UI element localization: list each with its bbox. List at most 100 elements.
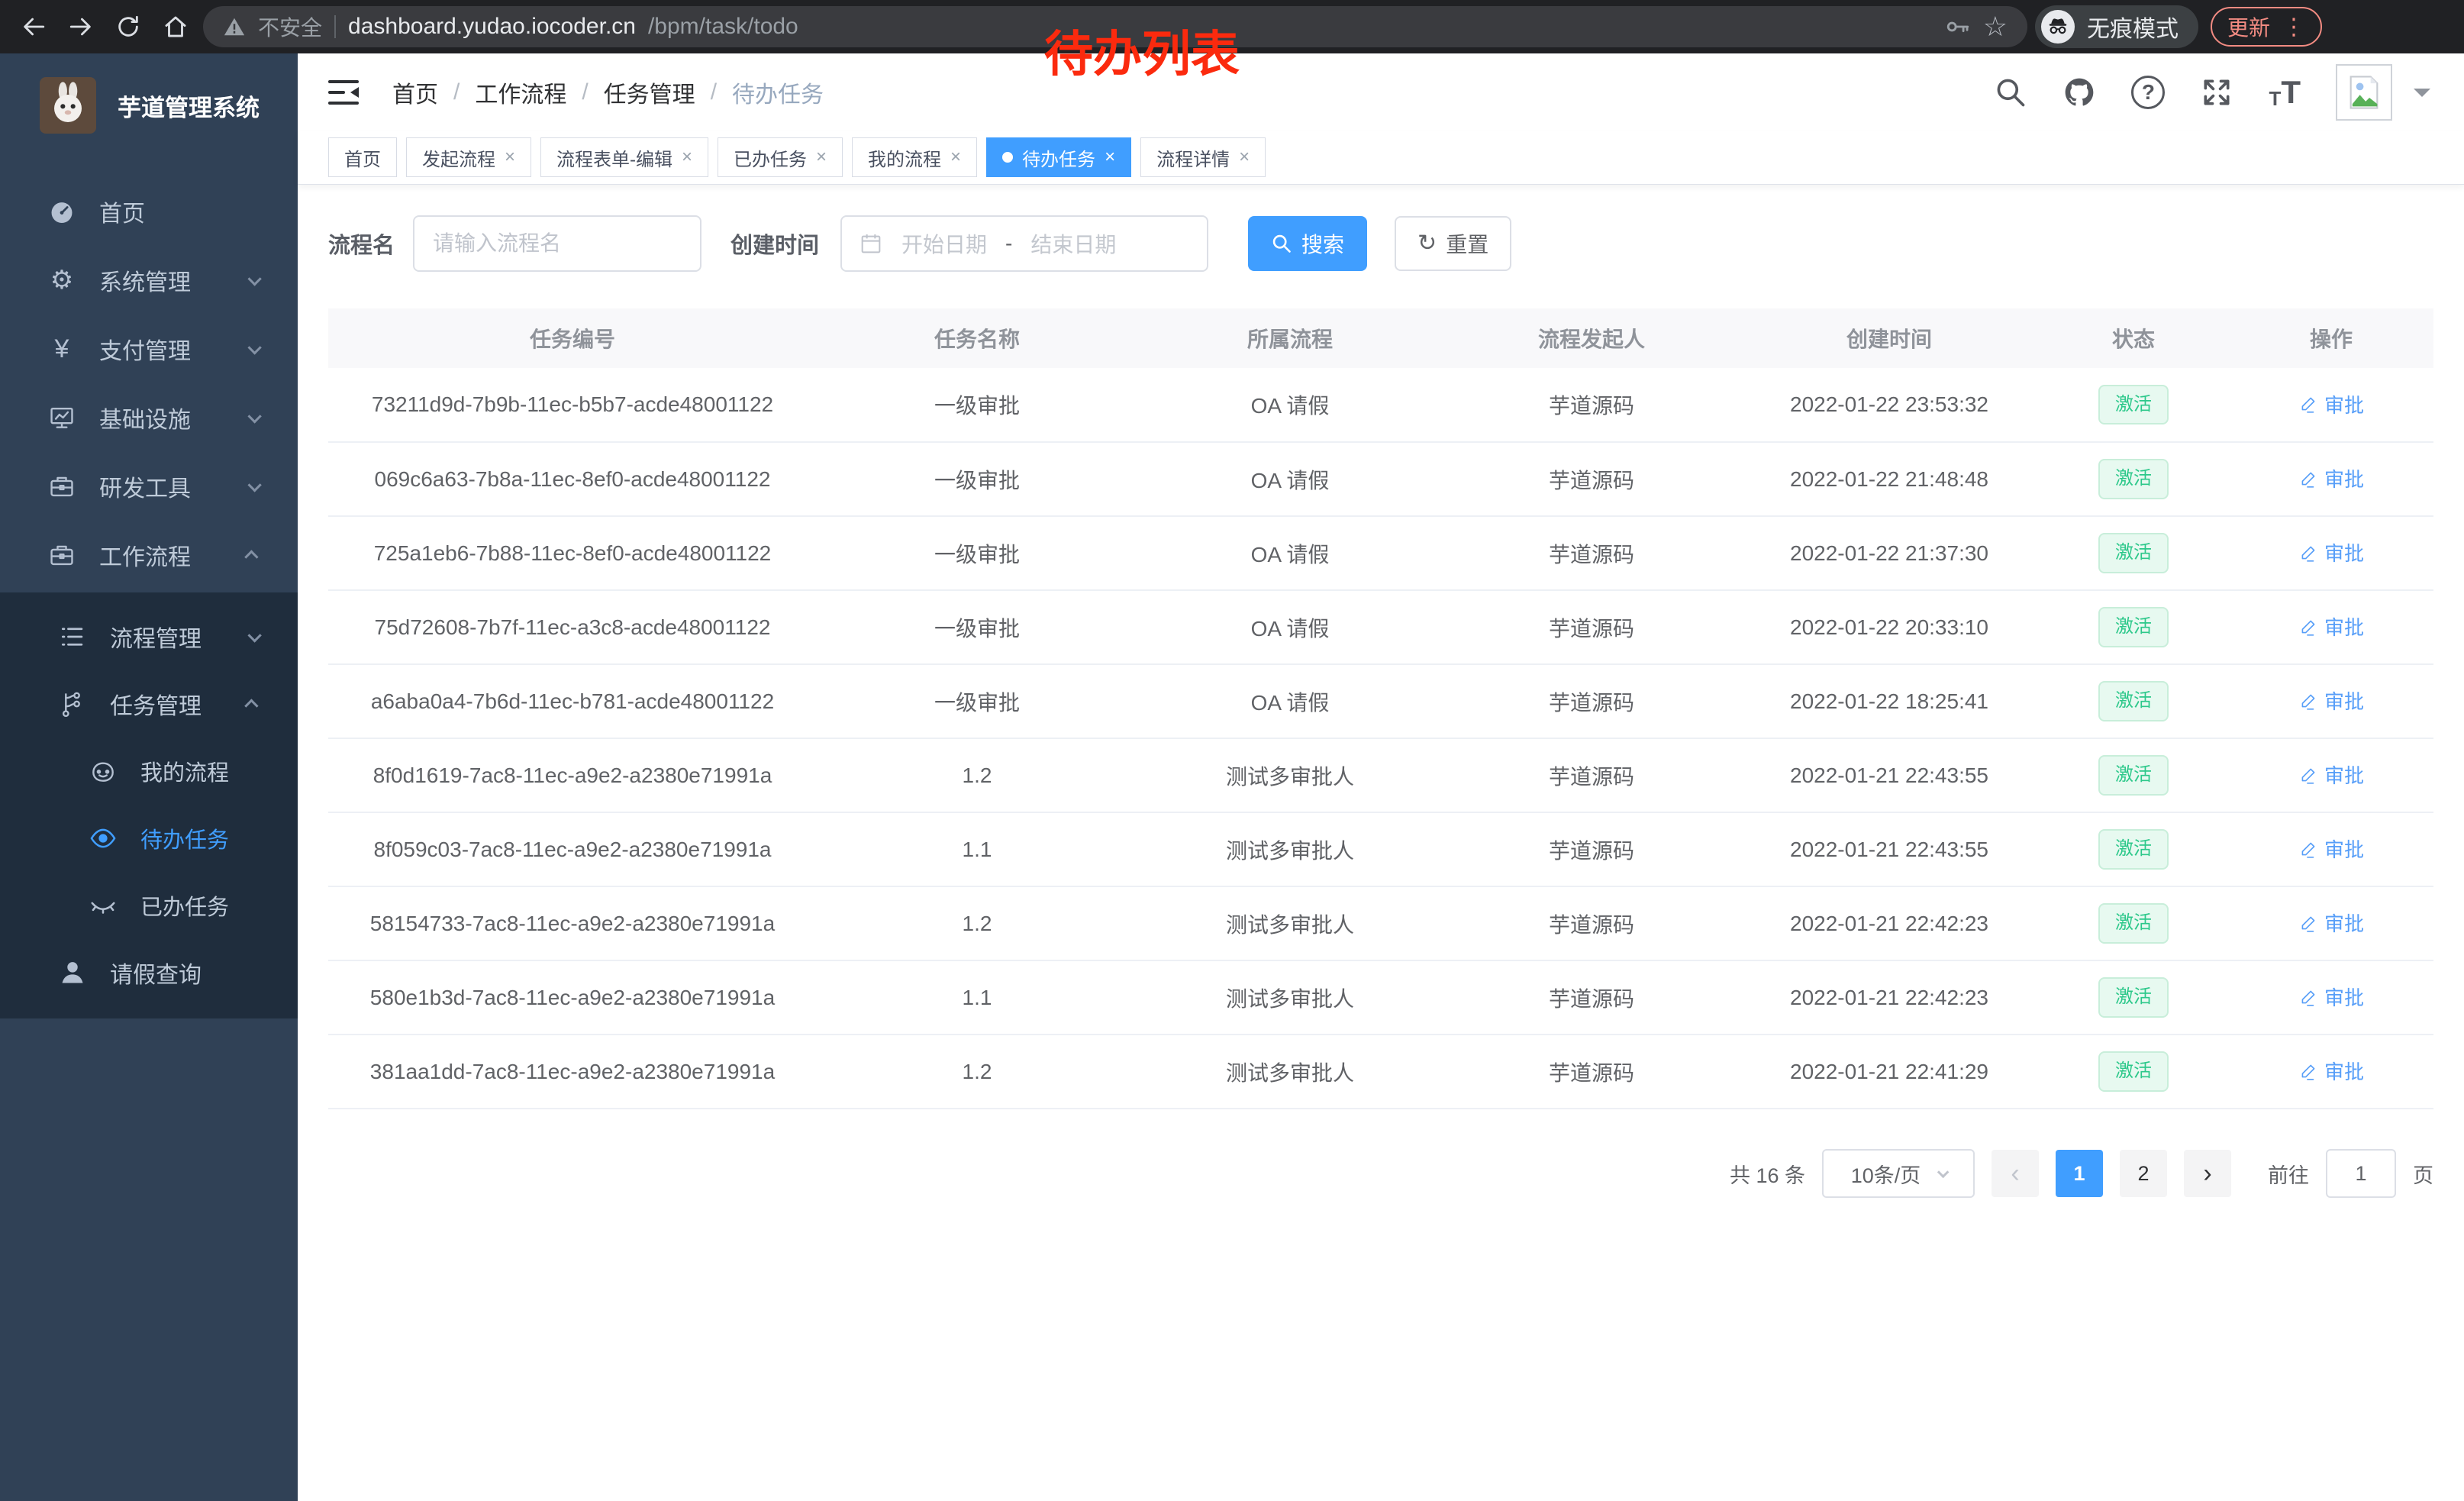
sidebar-item-payment[interactable]: ¥ 支付管理	[0, 315, 298, 383]
sidebar-item-workflow[interactable]: 工作流程	[0, 521, 298, 589]
col-starter: 流程发起人	[1443, 308, 1740, 368]
tab-my-process[interactable]: 我的流程 ×	[852, 137, 977, 177]
url-host: dashboard.yudao.iocoder.cn	[348, 14, 636, 40]
chevron-down-icon	[247, 341, 261, 354]
sidebar-item-done-tasks[interactable]: 已办任务	[0, 872, 298, 939]
font-size-icon[interactable]: TT	[2269, 76, 2301, 108]
tab-process-detail[interactable]: 流程详情 ×	[1140, 137, 1266, 177]
table-row: 73211d9d-7b9b-11ec-b5b7-acde48001122 一级审…	[328, 368, 2433, 442]
start-date-placeholder[interactable]: 开始日期	[901, 228, 987, 259]
close-icon[interactable]: ×	[505, 148, 515, 166]
app-logo[interactable]: 芋道管理系统	[0, 53, 298, 147]
goto-unit: 页	[2413, 1159, 2433, 1189]
chevron-down-icon	[247, 409, 261, 423]
sidebar-menu: 首页 ⚙ 系统管理 ¥ 支付管理 基础设施	[0, 177, 298, 1018]
yen-icon: ¥	[44, 336, 79, 362]
browser-menu-icon[interactable]: ⋮	[2282, 14, 2305, 40]
browser-forward-button[interactable]	[61, 7, 101, 47]
password-key-icon[interactable]	[1945, 14, 1971, 40]
sidebar-collapse-icon[interactable]	[325, 74, 362, 111]
page-button-2[interactable]: 2	[2120, 1150, 2167, 1197]
process-name-label: 流程名	[328, 228, 395, 260]
table-row: 8f059c03-7ac8-11ec-a9e2-a2380e71991a 1.1…	[328, 812, 2433, 886]
approve-link[interactable]: 审批	[2298, 909, 2364, 937]
close-icon[interactable]: ×	[682, 148, 692, 166]
close-icon[interactable]: ×	[1105, 148, 1115, 166]
gear-icon: ⚙	[44, 267, 79, 293]
bookmark-star-icon[interactable]: ☆	[1983, 13, 2008, 40]
fullscreen-icon[interactable]	[2200, 76, 2233, 109]
main-area: 首页 / 工作流程 / 任务管理 / 待办任务 ? TT	[298, 53, 2464, 1501]
status-badge: 激活	[2098, 977, 2169, 1018]
user-avatar[interactable]	[2336, 64, 2392, 121]
approve-link[interactable]: 审批	[2298, 464, 2364, 492]
status-badge: 激活	[2098, 681, 2169, 721]
col-process: 所属流程	[1137, 308, 1443, 368]
approve-link[interactable]: 审批	[2298, 760, 2364, 789]
goto-label: 前往	[2268, 1159, 2309, 1189]
reset-button[interactable]: ↻ 重置	[1395, 216, 1511, 271]
approve-link[interactable]: 审批	[2298, 834, 2364, 863]
help-icon[interactable]: ?	[2131, 76, 2165, 109]
close-icon[interactable]: ×	[1239, 148, 1250, 166]
browser-chrome: 不安全 dashboard.yudao.iocoder.cn /bpm/task…	[0, 0, 2464, 53]
sidebar-item-process-management[interactable]: 流程管理	[0, 603, 298, 670]
pagination: 共 16 条 10条/页 ‹ 1 2 › 前往 页	[328, 1149, 2433, 1198]
search-button[interactable]: 搜索	[1248, 216, 1367, 271]
approve-link[interactable]: 审批	[2298, 983, 2364, 1011]
tab-todo-tasks[interactable]: 待办任务 ×	[986, 137, 1131, 177]
browser-reload-button[interactable]	[108, 7, 148, 47]
sidebar-item-my-process[interactable]: 我的流程	[0, 738, 298, 805]
briefcase-icon	[44, 541, 79, 570]
tab-done-tasks[interactable]: 已办任务 ×	[718, 137, 843, 177]
status-badge: 激活	[2098, 459, 2169, 499]
next-page-button[interactable]: ›	[2184, 1150, 2231, 1197]
sidebar-item-infrastructure[interactable]: 基础设施	[0, 383, 298, 452]
prev-page-button[interactable]: ‹	[1992, 1150, 2039, 1197]
end-date-placeholder[interactable]: 结束日期	[1030, 228, 1116, 259]
date-range-picker[interactable]: 开始日期 - 结束日期	[840, 215, 1208, 272]
sidebar-item-home[interactable]: 首页	[0, 177, 298, 246]
table-header-row: 任务编号 任务名称 所属流程 流程发起人 创建时间 状态 操作	[328, 308, 2433, 368]
create-time-label: 创建时间	[730, 228, 819, 260]
chevron-down-icon	[247, 628, 261, 642]
browser-update-button[interactable]: 更新 ⋮	[2211, 7, 2322, 47]
sidebar-item-todo-tasks[interactable]: 待办任务	[0, 805, 298, 872]
github-icon[interactable]	[2062, 76, 2096, 109]
breadcrumb-workflow[interactable]: 工作流程	[475, 76, 566, 109]
total-count: 共 16 条	[1730, 1159, 1805, 1189]
process-name-input[interactable]	[433, 231, 682, 256]
search-icon[interactable]	[1994, 76, 2027, 109]
sidebar-item-task-management[interactable]: 任务管理	[0, 670, 298, 738]
incognito-icon	[2041, 10, 2075, 44]
browser-home-button[interactable]	[156, 7, 195, 47]
tab-start-process[interactable]: 发起流程 ×	[406, 137, 531, 177]
breadcrumb-home[interactable]: 首页	[392, 76, 438, 109]
tab-process-form-edit[interactable]: 流程表单-编辑 ×	[540, 137, 708, 177]
address-divider	[334, 15, 336, 38]
approve-link[interactable]: 审批	[2298, 612, 2364, 641]
list-icon	[55, 622, 90, 651]
sidebar-item-system[interactable]: ⚙ 系统管理	[0, 246, 298, 315]
breadcrumb-task-management[interactable]: 任务管理	[604, 76, 695, 109]
browser-back-button[interactable]	[14, 7, 53, 47]
incognito-label: 无痕模式	[2087, 10, 2179, 44]
page-size-select[interactable]: 10条/页	[1822, 1149, 1975, 1198]
goto-page-input[interactable]	[2326, 1149, 2396, 1198]
close-icon[interactable]: ×	[950, 148, 961, 166]
logo-avatar-image	[40, 77, 96, 134]
approve-link[interactable]: 审批	[2298, 1057, 2364, 1085]
avatar-dropdown-caret[interactable]	[2414, 89, 2430, 105]
approve-link[interactable]: 审批	[2298, 538, 2364, 567]
status-badge: 激活	[2098, 755, 2169, 796]
approve-link[interactable]: 审批	[2298, 686, 2364, 715]
sidebar-item-devtools[interactable]: 研发工具	[0, 452, 298, 521]
close-icon[interactable]: ×	[816, 148, 827, 166]
sidebar-item-leave-query[interactable]: 请假查询	[0, 939, 298, 1006]
page-button-1[interactable]: 1	[2056, 1150, 2103, 1197]
table-row: 725a1eb6-7b88-11ec-8ef0-acde48001122 一级审…	[328, 516, 2433, 590]
url-path: /bpm/task/todo	[648, 14, 798, 40]
tab-home[interactable]: 首页	[328, 137, 397, 177]
approve-link[interactable]: 审批	[2298, 390, 2364, 418]
chevron-down-icon	[1937, 1166, 1950, 1178]
